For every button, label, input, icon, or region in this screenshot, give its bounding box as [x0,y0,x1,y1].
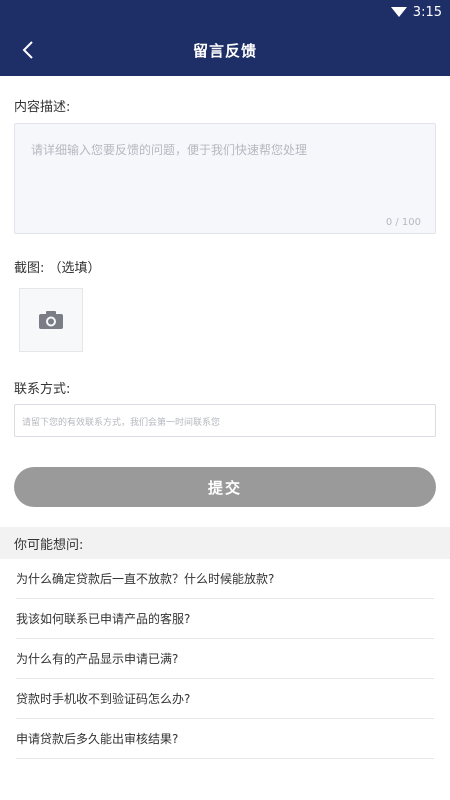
contact-placeholder: 请留下您的有效联系方式，我们会第一时间联系您 [22,418,221,428]
content-placeholder: 请详细输入您要反馈的问题，便于我们快速帮您处理 [31,143,308,157]
faq-item[interactable]: 申请贷款后多久能出审核结果? [16,719,434,759]
wifi-icon [390,7,407,17]
chevron-left-icon [22,41,33,59]
page-title: 留言反馈 [192,41,257,60]
faq-list: 为什么确定贷款后一直不放款？什么时候能放款? 我该如何联系已申请产品的客服? 为… [0,559,450,759]
content-textarea[interactable]: 请详细输入您要反馈的问题，便于我们快速帮您处理 0 / 100 [14,123,436,234]
faq-item[interactable]: 我该如何联系已申请产品的客服? [16,599,434,639]
contact-label: 联系方式: [14,382,71,397]
content-label: 内容描述: [14,100,71,115]
char-counter: 0 / 100 [385,217,421,228]
contact-input[interactable]: 请留下您的有效联系方式，我们会第一时间联系您 [14,404,436,437]
screenshot-upload-button[interactable] [19,288,83,352]
camera-icon [39,311,63,329]
faq-item[interactable]: 为什么确定贷款后一直不放款？什么时候能放款? [16,559,434,599]
back-button[interactable] [14,36,42,64]
faq-title: 你可能想问: [0,527,450,559]
screenshot-label: 截图: （选填） [14,261,101,276]
nav-bar: 留言反馈 [0,24,450,76]
status-bar: 3:15 [0,0,450,24]
faq-item[interactable]: 为什么有的产品显示申请已满? [16,639,434,679]
status-time: 3:15 [412,4,442,20]
faq-item[interactable]: 贷款时手机收不到验证码怎么办? [16,679,434,719]
submit-button[interactable]: 提交 [14,467,436,507]
